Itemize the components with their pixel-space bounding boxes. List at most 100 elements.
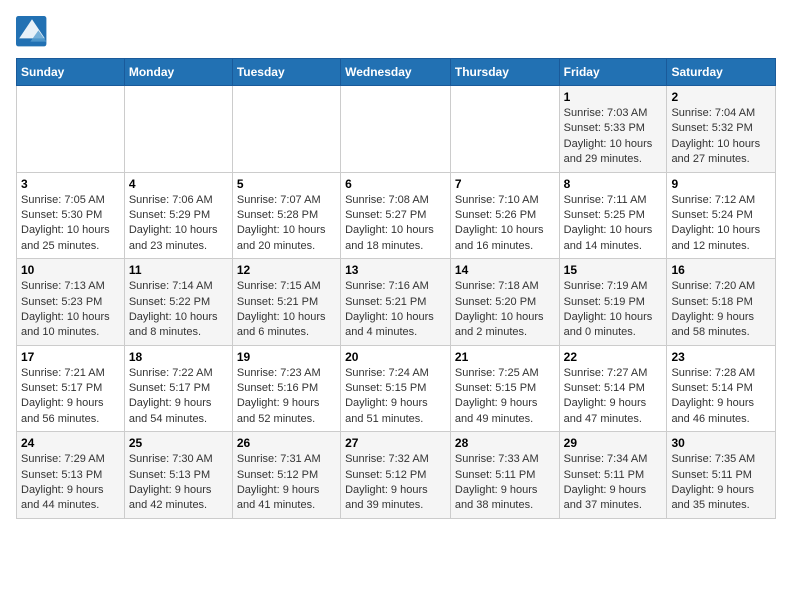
day-number: 24 [21, 436, 120, 450]
logo [16, 16, 52, 48]
day-number: 23 [671, 350, 771, 364]
day-number: 8 [564, 177, 663, 191]
day-number: 29 [564, 436, 663, 450]
day-number: 20 [345, 350, 446, 364]
day-number: 22 [564, 350, 663, 364]
calendar-day-cell [450, 86, 559, 173]
calendar-day-cell: 25 Sunrise: 7:30 AM Sunset: 5:13 PM Dayli… [124, 432, 232, 519]
calendar-day-cell: 3 Sunrise: 7:05 AM Sunset: 5:30 PM Daylig… [17, 172, 125, 259]
calendar-day-cell: 21 Sunrise: 7:25 AM Sunset: 5:15 PM Dayli… [450, 345, 559, 432]
day-number: 9 [671, 177, 771, 191]
day-number: 1 [564, 90, 663, 104]
day-number: 2 [671, 90, 771, 104]
calendar-table: SundayMondayTuesdayWednesdayThursdayFrid… [16, 58, 776, 519]
calendar-day-cell [17, 86, 125, 173]
day-number: 15 [564, 263, 663, 277]
calendar-day-cell: 24 Sunrise: 7:29 AM Sunset: 5:13 PM Dayli… [17, 432, 125, 519]
calendar-week-row: 17 Sunrise: 7:21 AM Sunset: 5:17 PM Dayli… [17, 345, 776, 432]
page-header [16, 16, 776, 48]
day-info: Sunrise: 7:19 AM Sunset: 5:19 PM Dayligh… [564, 279, 663, 341]
calendar-day-cell: 4 Sunrise: 7:06 AM Sunset: 5:29 PM Daylig… [124, 172, 232, 259]
calendar-day-cell: 9 Sunrise: 7:12 AM Sunset: 5:24 PM Daylig… [667, 172, 776, 259]
calendar-day-cell: 14Sunrise: 7:18 AM Sunset: 5:20 PM Dayli… [450, 259, 559, 346]
day-number: 17 [21, 350, 120, 364]
day-number: 21 [455, 350, 555, 364]
calendar-day-cell: 26 Sunrise: 7:31 AM Sunset: 5:12 PM Dayli… [232, 432, 340, 519]
weekday-header: Wednesday [341, 59, 451, 86]
day-info: Sunrise: 7:23 AM Sunset: 5:16 PM Dayligh… [237, 366, 336, 428]
calendar-day-cell: 7 Sunrise: 7:10 AM Sunset: 5:26 PM Daylig… [450, 172, 559, 259]
day-info: Sunrise: 7:14 AM Sunset: 5:22 PM Dayligh… [129, 279, 228, 341]
day-info: Sunrise: 7:08 AM Sunset: 5:27 PM Dayligh… [345, 193, 446, 255]
day-number: 18 [129, 350, 228, 364]
weekday-row: SundayMondayTuesdayWednesdayThursdayFrid… [17, 59, 776, 86]
calendar-day-cell: 15 Sunrise: 7:19 AM Sunset: 5:19 PM Dayli… [559, 259, 667, 346]
weekday-header: Friday [559, 59, 667, 86]
calendar-body: 1 Sunrise: 7:03 AM Sunset: 5:33 PM Daylig… [17, 86, 776, 519]
day-info: Sunrise: 7:29 AM Sunset: 5:13 PM Dayligh… [21, 452, 120, 514]
day-info: Sunrise: 7:28 AM Sunset: 5:14 PM Dayligh… [671, 366, 771, 428]
weekday-header: Sunday [17, 59, 125, 86]
calendar-day-cell: 8Sunrise: 7:11 AM Sunset: 5:25 PM Daylig… [559, 172, 667, 259]
day-number: 7 [455, 177, 555, 191]
day-number: 12 [237, 263, 336, 277]
day-number: 28 [455, 436, 555, 450]
day-info: Sunrise: 7:03 AM Sunset: 5:33 PM Dayligh… [564, 106, 663, 168]
day-info: Sunrise: 7:12 AM Sunset: 5:24 PM Dayligh… [671, 193, 771, 255]
day-info: Sunrise: 7:27 AM Sunset: 5:14 PM Dayligh… [564, 366, 663, 428]
calendar-header: SundayMondayTuesdayWednesdayThursdayFrid… [17, 59, 776, 86]
day-number: 16 [671, 263, 771, 277]
day-number: 30 [671, 436, 771, 450]
day-info: Sunrise: 7:35 AM Sunset: 5:11 PM Dayligh… [671, 452, 771, 514]
day-info: Sunrise: 7:20 AM Sunset: 5:18 PM Dayligh… [671, 279, 771, 341]
calendar-day-cell: 30 Sunrise: 7:35 AM Sunset: 5:11 PM Dayli… [667, 432, 776, 519]
calendar-day-cell [232, 86, 340, 173]
day-info: Sunrise: 7:24 AM Sunset: 5:15 PM Dayligh… [345, 366, 446, 428]
calendar-day-cell: 20 Sunrise: 7:24 AM Sunset: 5:15 PM Dayli… [341, 345, 451, 432]
weekday-header: Thursday [450, 59, 559, 86]
day-info: Sunrise: 7:06 AM Sunset: 5:29 PM Dayligh… [129, 193, 228, 255]
calendar-day-cell: 10Sunrise: 7:13 AM Sunset: 5:23 PM Dayli… [17, 259, 125, 346]
day-number: 25 [129, 436, 228, 450]
calendar-day-cell: 29 Sunrise: 7:34 AM Sunset: 5:11 PM Dayli… [559, 432, 667, 519]
calendar-day-cell: 17 Sunrise: 7:21 AM Sunset: 5:17 PM Dayli… [17, 345, 125, 432]
calendar-week-row: 10Sunrise: 7:13 AM Sunset: 5:23 PM Dayli… [17, 259, 776, 346]
logo-icon [16, 16, 48, 48]
calendar-week-row: 3 Sunrise: 7:05 AM Sunset: 5:30 PM Daylig… [17, 172, 776, 259]
weekday-header: Tuesday [232, 59, 340, 86]
calendar-day-cell: 13 Sunrise: 7:16 AM Sunset: 5:21 PM Dayli… [341, 259, 451, 346]
day-info: Sunrise: 7:21 AM Sunset: 5:17 PM Dayligh… [21, 366, 120, 428]
day-number: 5 [237, 177, 336, 191]
calendar-day-cell: 6 Sunrise: 7:08 AM Sunset: 5:27 PM Daylig… [341, 172, 451, 259]
calendar-day-cell: 19 Sunrise: 7:23 AM Sunset: 5:16 PM Dayli… [232, 345, 340, 432]
day-number: 6 [345, 177, 446, 191]
day-number: 19 [237, 350, 336, 364]
day-info: Sunrise: 7:34 AM Sunset: 5:11 PM Dayligh… [564, 452, 663, 514]
calendar-day-cell: 12 Sunrise: 7:15 AM Sunset: 5:21 PM Dayli… [232, 259, 340, 346]
day-number: 11 [129, 263, 228, 277]
day-number: 26 [237, 436, 336, 450]
calendar-day-cell: 16 Sunrise: 7:20 AM Sunset: 5:18 PM Dayli… [667, 259, 776, 346]
calendar-week-row: 24 Sunrise: 7:29 AM Sunset: 5:13 PM Dayli… [17, 432, 776, 519]
calendar-day-cell: 1 Sunrise: 7:03 AM Sunset: 5:33 PM Daylig… [559, 86, 667, 173]
day-info: Sunrise: 7:07 AM Sunset: 5:28 PM Dayligh… [237, 193, 336, 255]
day-info: Sunrise: 7:31 AM Sunset: 5:12 PM Dayligh… [237, 452, 336, 514]
day-number: 10 [21, 263, 120, 277]
day-info: Sunrise: 7:33 AM Sunset: 5:11 PM Dayligh… [455, 452, 555, 514]
day-info: Sunrise: 7:10 AM Sunset: 5:26 PM Dayligh… [455, 193, 555, 255]
day-info: Sunrise: 7:15 AM Sunset: 5:21 PM Dayligh… [237, 279, 336, 341]
calendar-day-cell: 28 Sunrise: 7:33 AM Sunset: 5:11 PM Dayli… [450, 432, 559, 519]
day-info: Sunrise: 7:16 AM Sunset: 5:21 PM Dayligh… [345, 279, 446, 341]
weekday-header: Monday [124, 59, 232, 86]
day-info: Sunrise: 7:05 AM Sunset: 5:30 PM Dayligh… [21, 193, 120, 255]
calendar-day-cell [124, 86, 232, 173]
day-number: 3 [21, 177, 120, 191]
day-info: Sunrise: 7:32 AM Sunset: 5:12 PM Dayligh… [345, 452, 446, 514]
day-info: Sunrise: 7:25 AM Sunset: 5:15 PM Dayligh… [455, 366, 555, 428]
day-number: 4 [129, 177, 228, 191]
day-info: Sunrise: 7:30 AM Sunset: 5:13 PM Dayligh… [129, 452, 228, 514]
day-number: 13 [345, 263, 446, 277]
day-number: 27 [345, 436, 446, 450]
calendar-day-cell [341, 86, 451, 173]
day-info: Sunrise: 7:18 AM Sunset: 5:20 PM Dayligh… [455, 279, 555, 341]
